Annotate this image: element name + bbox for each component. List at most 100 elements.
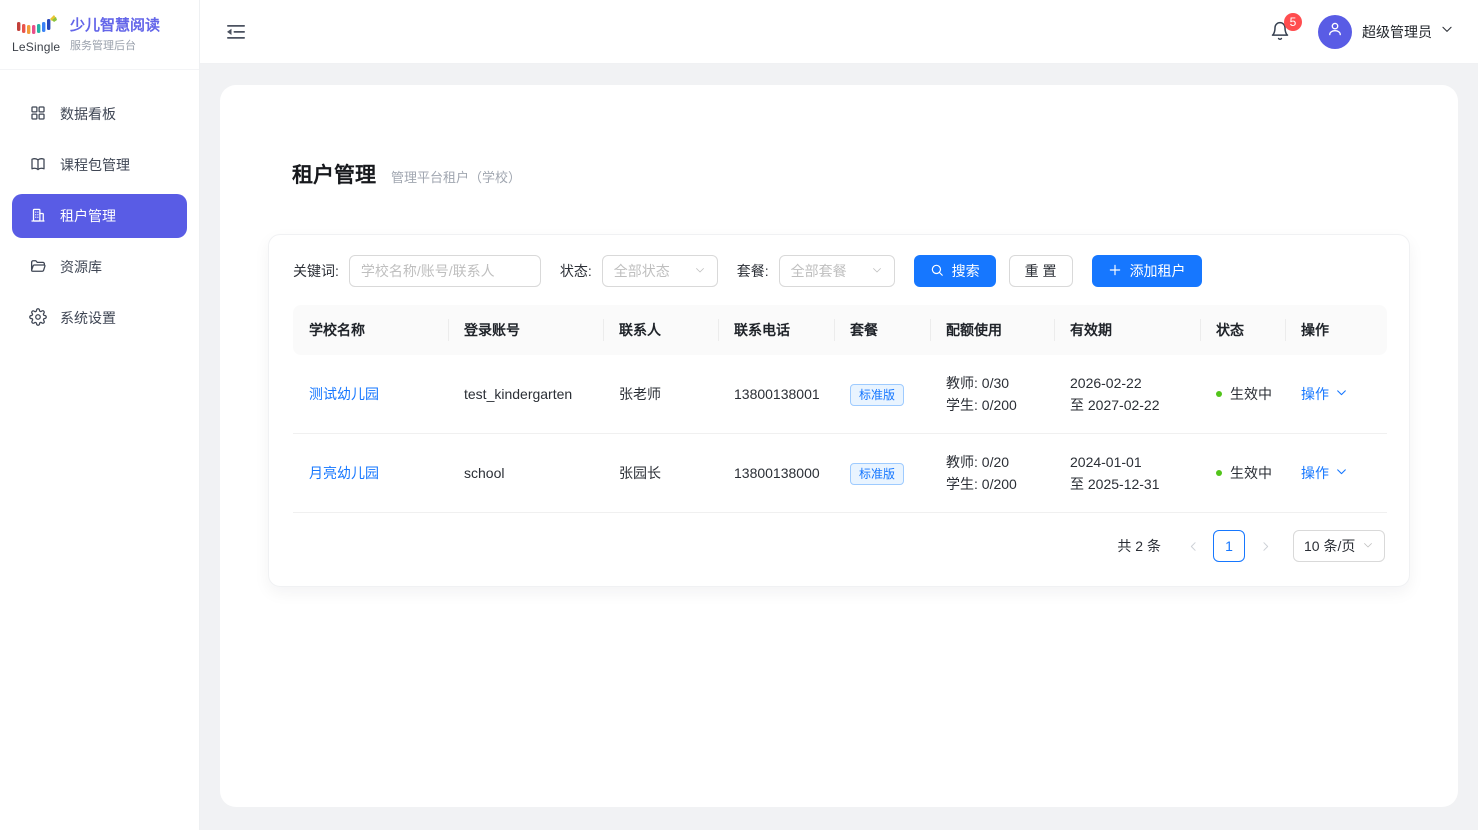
page-title: 租户管理 bbox=[292, 159, 376, 189]
brand-logo: LeSingle bbox=[12, 15, 60, 54]
add-tenant-button[interactable]: 添加租户 bbox=[1092, 255, 1202, 287]
page-card: 租户管理 管理平台租户（学校） 关键词: 状态: 全部状态 套餐: 全部套餐 bbox=[220, 85, 1458, 807]
sidebar-item-label: 课程包管理 bbox=[60, 155, 130, 175]
status-dot bbox=[1216, 391, 1222, 397]
filter-bar: 关键词: 状态: 全部状态 套餐: 全部套餐 搜索 bbox=[293, 255, 1385, 287]
menu-fold-icon[interactable] bbox=[226, 22, 246, 42]
notification-badge: 5 bbox=[1284, 13, 1302, 31]
page-header: 租户管理 管理平台租户（学校） bbox=[292, 159, 1410, 189]
pagination: 共 2 条 1 10 条/页 bbox=[293, 530, 1385, 562]
brand-subtitle: 服务管理后台 bbox=[70, 37, 160, 53]
status-label: 状态: bbox=[560, 261, 592, 281]
package-label: 套餐: bbox=[737, 261, 769, 281]
row-actions-dropdown[interactable]: 操作 bbox=[1301, 462, 1371, 484]
folder-icon bbox=[29, 257, 47, 278]
table-row: 月亮幼儿园 school 张园长 13800138000 标准版 教师: 0/2… bbox=[293, 434, 1387, 513]
status-cell: 生效中 bbox=[1200, 434, 1285, 513]
pagination-total: 共 2 条 bbox=[1117, 536, 1161, 556]
col-phone: 联系电话 bbox=[718, 305, 834, 355]
notifications-button[interactable]: 5 bbox=[1270, 21, 1292, 43]
sidebar-menu: 数据看板 课程包管理 租户管理 资源库 系统设置 bbox=[0, 70, 199, 362]
quota-cell: 教师: 0/30 学生: 0/200 bbox=[930, 355, 1054, 434]
keyword-input[interactable] bbox=[349, 255, 541, 287]
package-badge: 标准版 bbox=[850, 384, 904, 406]
prev-page-icon[interactable] bbox=[1179, 530, 1207, 562]
sidebar-item-label: 资源库 bbox=[60, 257, 102, 277]
brand-area: LeSingle 少儿智慧阅读 服务管理后台 bbox=[0, 0, 199, 70]
contact-cell: 张老师 bbox=[603, 355, 718, 434]
row-actions-dropdown[interactable]: 操作 bbox=[1301, 383, 1371, 405]
building-icon bbox=[29, 206, 47, 227]
page-size-value: 10 条/页 bbox=[1304, 536, 1355, 556]
status-cell: 生效中 bbox=[1200, 355, 1285, 434]
col-status: 状态 bbox=[1200, 305, 1285, 355]
search-button[interactable]: 搜索 bbox=[914, 255, 996, 287]
gear-icon bbox=[29, 308, 47, 329]
validity-cell: 2024-01-01 至 2025-12-31 bbox=[1054, 434, 1200, 513]
school-name-link[interactable]: 月亮幼儿园 bbox=[309, 465, 379, 481]
reset-button[interactable]: 重 置 bbox=[1009, 255, 1073, 287]
brand-title: 少儿智慧阅读 bbox=[70, 16, 160, 35]
table-row: 测试幼儿园 test_kindergarten 张老师 13800138001 … bbox=[293, 355, 1387, 434]
contact-cell: 张园长 bbox=[603, 434, 718, 513]
tenant-table: 学校名称 登录账号 联系人 联系电话 套餐 配额使用 有效期 状态 操作 bbox=[293, 305, 1387, 513]
package-select-value: 全部套餐 bbox=[791, 261, 847, 281]
sidebar-item-course-packages[interactable]: 课程包管理 bbox=[12, 143, 187, 187]
col-quota: 配额使用 bbox=[930, 305, 1054, 355]
col-account: 登录账号 bbox=[448, 305, 603, 355]
chevron-down-icon bbox=[1335, 462, 1348, 484]
phone-cell: 13800138000 bbox=[718, 434, 834, 513]
sidebar-item-label: 数据看板 bbox=[60, 104, 116, 124]
col-validity: 有效期 bbox=[1054, 305, 1200, 355]
plus-icon bbox=[1108, 263, 1130, 280]
chevron-down-icon bbox=[871, 263, 883, 279]
dashboard-icon bbox=[29, 104, 47, 125]
page-number-button[interactable]: 1 bbox=[1213, 530, 1245, 562]
package-badge: 标准版 bbox=[850, 463, 904, 485]
chevron-down-icon bbox=[1362, 538, 1374, 554]
package-select[interactable]: 全部套餐 bbox=[779, 255, 895, 287]
chevron-down-icon bbox=[1335, 383, 1348, 405]
account-cell: school bbox=[448, 434, 603, 513]
quota-cell: 教师: 0/20 学生: 0/200 bbox=[930, 434, 1054, 513]
page-subtitle: 管理平台租户（学校） bbox=[391, 167, 521, 186]
page-size-select[interactable]: 10 条/页 bbox=[1293, 530, 1385, 562]
school-name-link[interactable]: 测试幼儿园 bbox=[309, 386, 379, 402]
phone-cell: 13800138001 bbox=[718, 355, 834, 434]
tenant-panel: 关键词: 状态: 全部状态 套餐: 全部套餐 搜索 bbox=[268, 234, 1410, 587]
search-icon bbox=[930, 263, 952, 280]
next-page-icon[interactable] bbox=[1251, 530, 1279, 562]
topbar: 5 超级管理员 bbox=[200, 0, 1478, 64]
brand-logo-text: LeSingle bbox=[12, 40, 60, 54]
avatar[interactable] bbox=[1318, 15, 1352, 49]
table-header-row: 学校名称 登录账号 联系人 联系电话 套餐 配额使用 有效期 状态 操作 bbox=[293, 305, 1387, 355]
status-select[interactable]: 全部状态 bbox=[602, 255, 718, 287]
sidebar-item-tenants[interactable]: 租户管理 bbox=[12, 194, 187, 238]
sidebar-item-label: 租户管理 bbox=[60, 206, 116, 226]
validity-cell: 2026-02-22 至 2027-02-22 bbox=[1054, 355, 1200, 434]
sidebar-item-label: 系统设置 bbox=[60, 308, 116, 328]
sidebar-item-dashboard[interactable]: 数据看板 bbox=[12, 92, 187, 136]
chevron-down-icon[interactable] bbox=[1440, 22, 1454, 41]
user-avatar-icon bbox=[1326, 20, 1344, 43]
main-area: 5 超级管理员 租户管理 管理平台租户（学校） 关键词: 状态: bbox=[200, 0, 1478, 830]
keyword-label: 关键词: bbox=[293, 261, 339, 281]
book-icon bbox=[29, 155, 47, 176]
account-cell: test_kindergarten bbox=[448, 355, 603, 434]
status-select-value: 全部状态 bbox=[614, 261, 670, 281]
status-badge: 生效中 bbox=[1230, 386, 1272, 402]
chevron-down-icon bbox=[694, 263, 706, 279]
status-dot bbox=[1216, 470, 1222, 476]
col-contact: 联系人 bbox=[603, 305, 718, 355]
col-actions: 操作 bbox=[1285, 305, 1387, 355]
sidebar-item-resources[interactable]: 资源库 bbox=[12, 245, 187, 289]
col-school-name: 学校名称 bbox=[293, 305, 448, 355]
content-area: 租户管理 管理平台租户（学校） 关键词: 状态: 全部状态 套餐: 全部套餐 bbox=[200, 64, 1478, 830]
status-badge: 生效中 bbox=[1230, 465, 1272, 481]
user-name[interactable]: 超级管理员 bbox=[1362, 22, 1432, 42]
bell-icon bbox=[1270, 28, 1290, 45]
sidebar-item-settings[interactable]: 系统设置 bbox=[12, 296, 187, 340]
brand-text: 少儿智慧阅读 服务管理后台 bbox=[70, 16, 160, 53]
col-package: 套餐 bbox=[834, 305, 930, 355]
sidebar: LeSingle 少儿智慧阅读 服务管理后台 数据看板 课程包管理 租户管理 bbox=[0, 0, 200, 830]
